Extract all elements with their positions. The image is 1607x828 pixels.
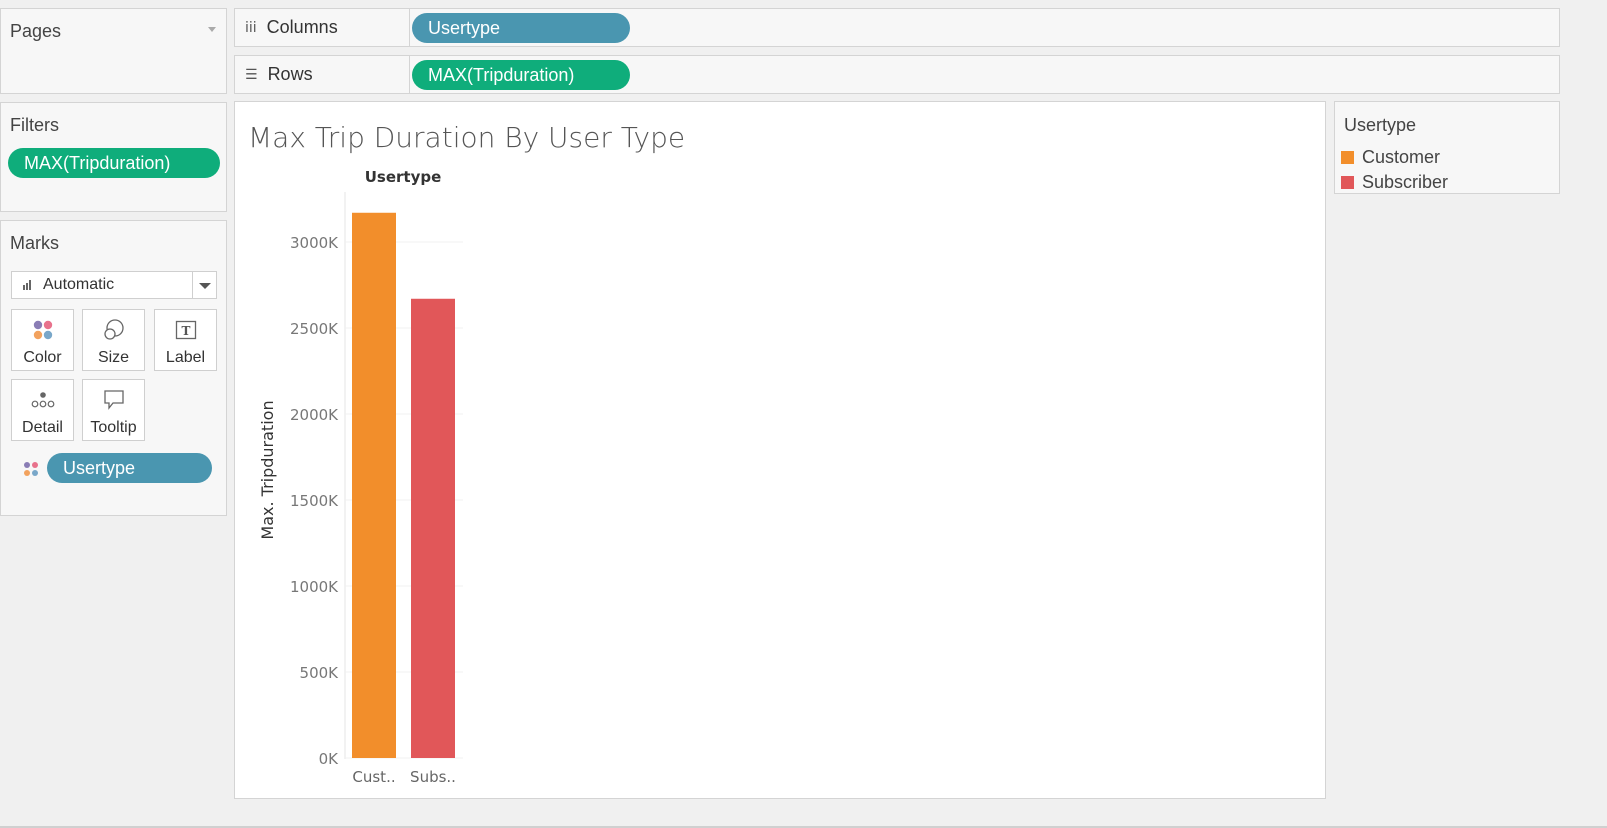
filters-title: Filters bbox=[10, 115, 59, 135]
rows-icon: ☰ bbox=[245, 66, 258, 83]
y-tick-label: 500K bbox=[300, 664, 340, 682]
label-button[interactable]: T Label bbox=[154, 309, 217, 371]
x-category-label[interactable]: Cust.. bbox=[352, 768, 395, 786]
columns-shelf-label: Columns bbox=[266, 17, 338, 37]
y-tick-label: 2500K bbox=[290, 320, 339, 338]
x-category-label[interactable]: Subs.. bbox=[410, 768, 456, 786]
legend-swatch bbox=[1341, 176, 1354, 189]
color-legend: Usertype Customer Subscriber bbox=[1334, 101, 1560, 194]
bar-subscriber[interactable] bbox=[411, 298, 455, 758]
rows-shelf-label-group: ☰ Rows bbox=[245, 56, 313, 93]
y-tick-label: 3000K bbox=[290, 234, 339, 252]
speech-bubble-icon bbox=[83, 388, 144, 412]
y-axis-title: Max. Tripduration bbox=[258, 400, 277, 539]
marks-card: Marks Automatic Color Size T Label Detai… bbox=[0, 220, 227, 516]
size-button-label: Size bbox=[97, 349, 130, 366]
legend-item-customer[interactable]: Customer bbox=[1341, 147, 1440, 168]
column-header: Usertype bbox=[365, 168, 442, 186]
rows-pill-max-tripduration[interactable]: MAX(Tripduration) bbox=[412, 60, 630, 90]
legend-swatch bbox=[1341, 151, 1354, 164]
color-encoding-icon bbox=[23, 461, 39, 482]
chevron-down-icon bbox=[199, 283, 211, 289]
filters-card[interactable]: Filters MAX(Tripduration) bbox=[0, 102, 227, 212]
tooltip-button-label: Tooltip bbox=[90, 419, 137, 436]
size-circles-icon bbox=[83, 318, 144, 342]
pages-card[interactable]: Pages bbox=[0, 8, 227, 94]
y-tick-label: 0K bbox=[319, 750, 340, 768]
color-button-label: Color bbox=[23, 349, 62, 366]
columns-icon: iii bbox=[245, 19, 257, 36]
legend-label: Subscriber bbox=[1362, 172, 1449, 192]
y-tick-label: 2000K bbox=[290, 406, 339, 424]
marks-title: Marks bbox=[10, 233, 59, 253]
y-tick-label: 1500K bbox=[290, 492, 339, 510]
text-label-icon: T bbox=[155, 318, 216, 342]
mark-type-dropdown[interactable]: Automatic bbox=[11, 271, 217, 299]
legend-label: Customer bbox=[1362, 147, 1441, 167]
columns-shelf-label-group: iii Columns bbox=[245, 9, 338, 46]
detail-button[interactable]: Detail bbox=[11, 379, 74, 441]
legend-item-subscriber[interactable]: Subscriber bbox=[1341, 172, 1448, 193]
size-button[interactable]: Size bbox=[82, 309, 145, 371]
color-button[interactable]: Color bbox=[11, 309, 74, 371]
legend-title: Usertype bbox=[1344, 115, 1417, 135]
usertype-color-pill[interactable]: Usertype bbox=[47, 453, 212, 483]
detail-dots-icon bbox=[12, 388, 73, 412]
mark-type-value: Automatic bbox=[43, 276, 115, 293]
columns-shelf[interactable]: iii Columns Usertype bbox=[234, 8, 1560, 47]
bar-chart: Max Trip Duration By User Type Usertype … bbox=[248, 121, 685, 786]
rows-shelf-label: Rows bbox=[267, 64, 313, 84]
pages-title: Pages bbox=[10, 21, 62, 41]
pages-dropdown-arrow-icon[interactable] bbox=[208, 27, 216, 32]
svg-text:T: T bbox=[181, 324, 190, 338]
detail-button-label: Detail bbox=[22, 419, 63, 436]
y-tick-label: 1000K bbox=[290, 578, 339, 596]
bar-customer[interactable] bbox=[352, 212, 396, 758]
rows-shelf[interactable]: ☰ Rows MAX(Tripduration) bbox=[234, 55, 1560, 94]
columns-pill-usertype[interactable]: Usertype bbox=[412, 13, 630, 43]
filter-pill-max-tripduration[interactable]: MAX(Tripduration) bbox=[8, 148, 220, 178]
label-button-label: Label bbox=[165, 349, 206, 366]
chart-view: Max Trip Duration By User Type Usertype … bbox=[234, 101, 1326, 799]
tooltip-button[interactable]: Tooltip bbox=[82, 379, 145, 441]
chart-title: Max Trip Duration By User Type bbox=[248, 121, 685, 154]
bar-chart-icon bbox=[23, 280, 31, 290]
color-dots-icon bbox=[12, 318, 73, 342]
